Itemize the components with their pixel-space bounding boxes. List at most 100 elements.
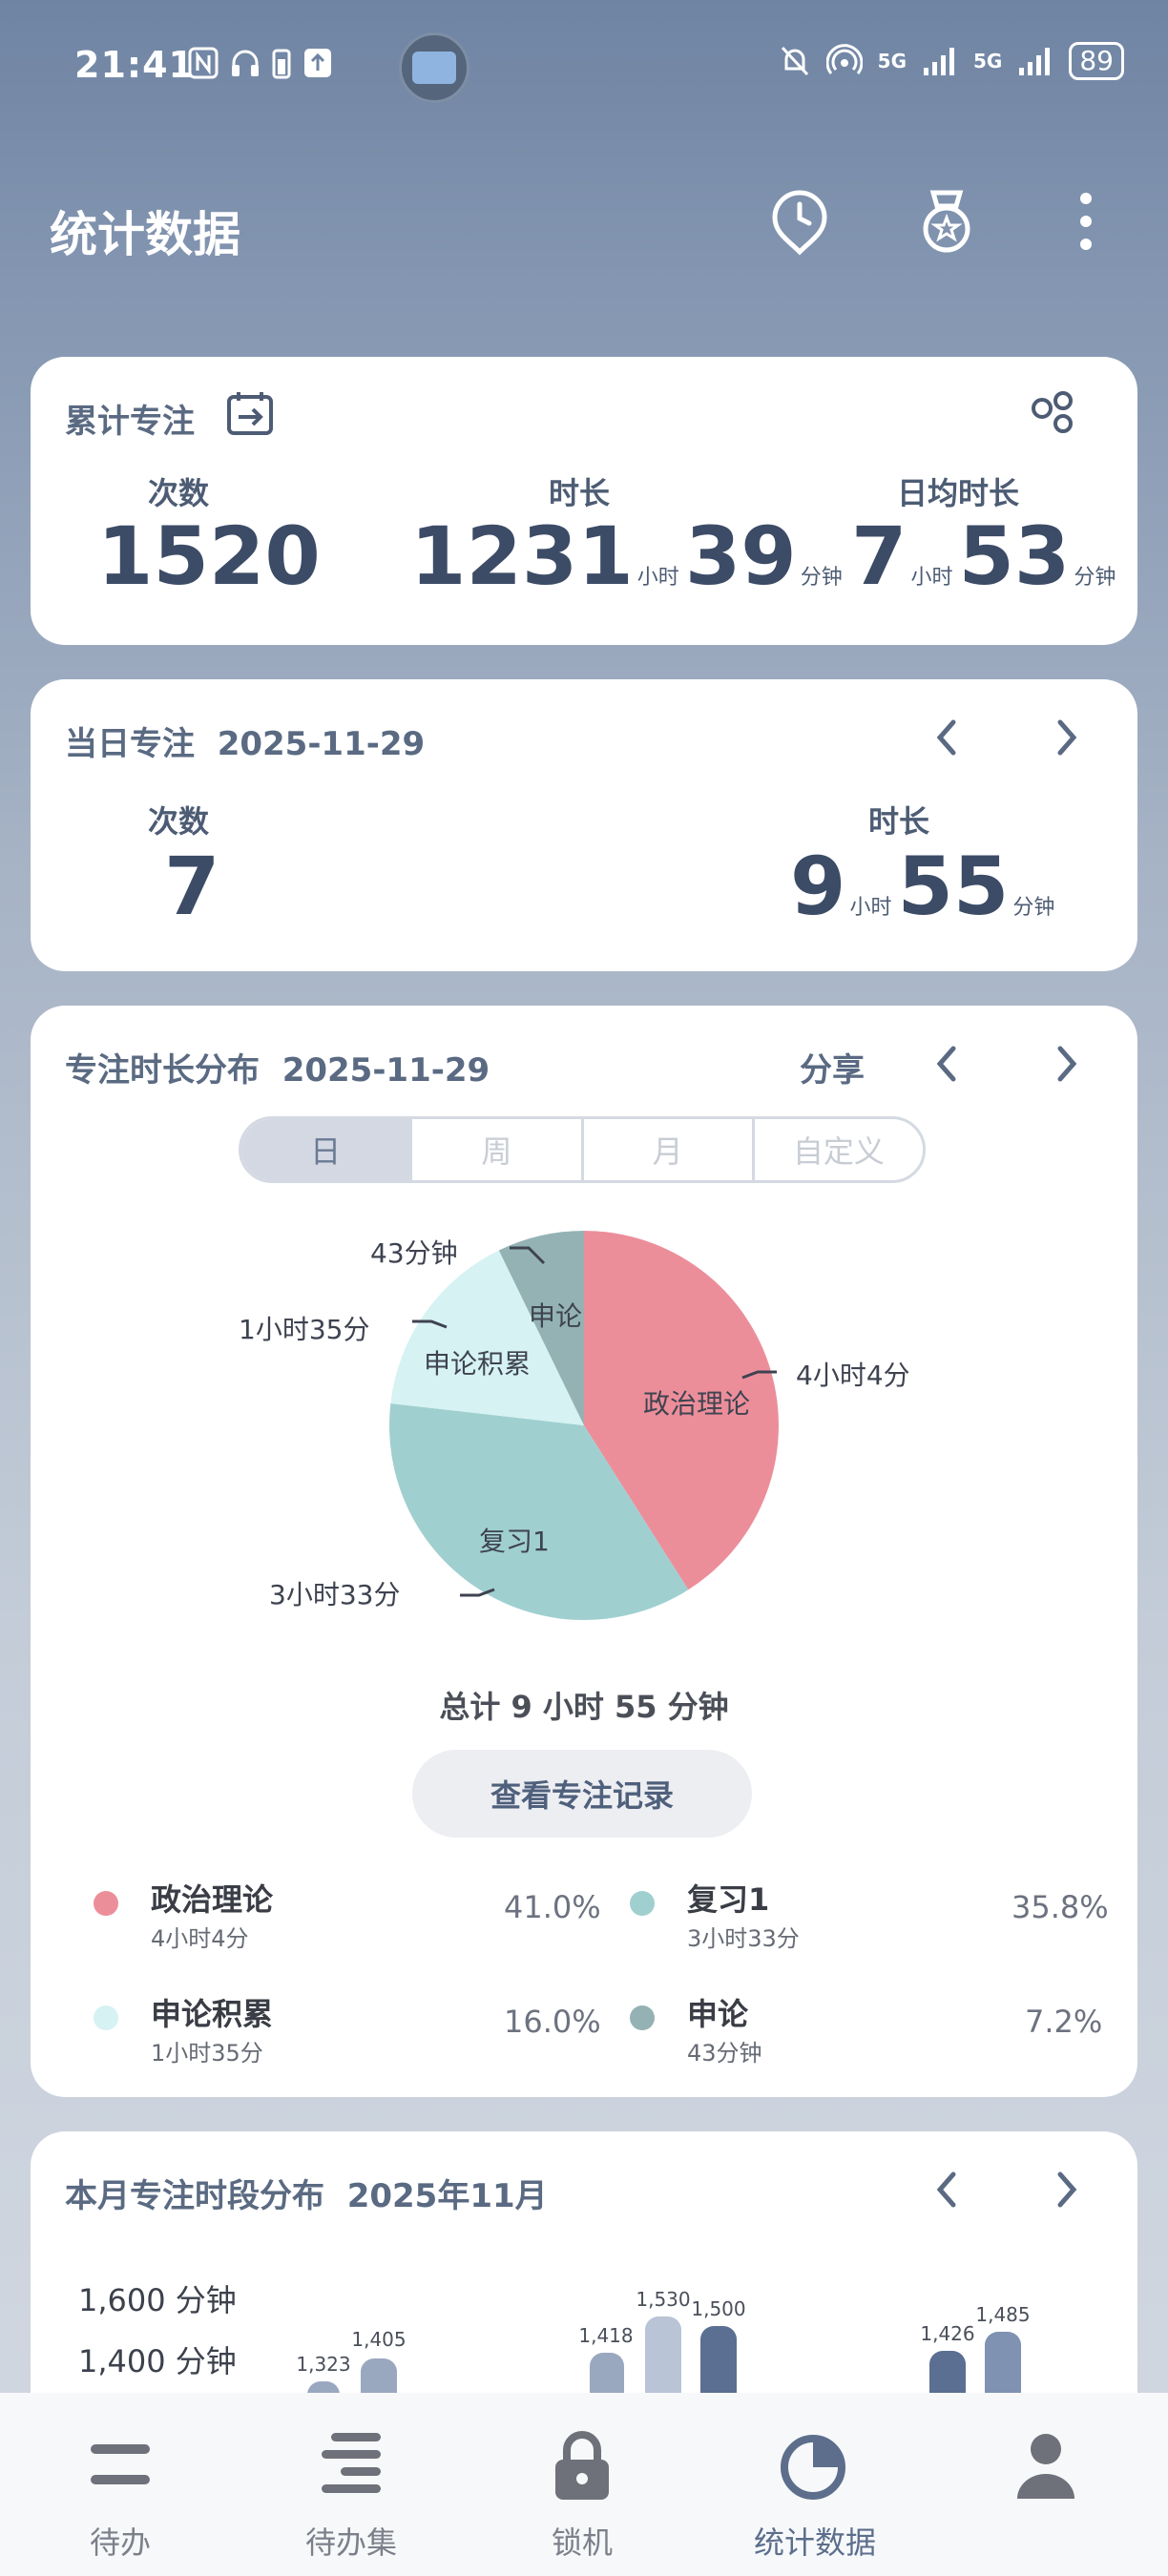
app-avatar bbox=[399, 32, 469, 103]
bar-value-label: 1,323 bbox=[296, 2353, 351, 2376]
legend-dot bbox=[630, 1891, 655, 1916]
legend-item: 申论 43分钟 7.2% bbox=[630, 1990, 1107, 2067]
view-records-button[interactable]: 查看专注记录 bbox=[412, 1750, 752, 1838]
legend-percent: 35.8% bbox=[1012, 1889, 1109, 1925]
bubbles-icon[interactable] bbox=[1027, 387, 1080, 437]
daily-next-button[interactable] bbox=[1043, 714, 1091, 761]
pie-inner-label-zhengzhi: 政治理论 bbox=[643, 1388, 751, 1420]
daily-duration-label: 时长 bbox=[867, 803, 929, 840]
pie-inner-label-shenlun-jilei: 申论积累 bbox=[424, 1348, 532, 1380]
signal-label-2: 5G bbox=[973, 50, 1003, 73]
daily-date: 2025-11-29 bbox=[217, 725, 426, 763]
legend-name: 申论 bbox=[687, 1996, 749, 2032]
legend-duration: 4小时4分 bbox=[151, 1925, 249, 1952]
chevron-left-icon bbox=[936, 719, 956, 756]
nav-todo[interactable]: 待办 bbox=[34, 2421, 206, 2563]
app-bar: 统计数据 bbox=[0, 162, 1168, 286]
unit-minute: 分钟 bbox=[1074, 566, 1116, 590]
hotspot-icon bbox=[825, 44, 863, 74]
nav-lock[interactable]: 锁机 bbox=[496, 2421, 668, 2563]
monthly-title-label: 本月专注时段分布 bbox=[65, 2177, 324, 2215]
todo-list-icon bbox=[322, 2433, 381, 2493]
status-bar: 21:41 5G 5G 89 bbox=[0, 0, 1168, 134]
legend-percent: 41.0% bbox=[504, 1889, 601, 1925]
history-button[interactable] bbox=[765, 187, 834, 256]
legend-duration: 3小时33分 bbox=[687, 1925, 800, 1952]
y-tick-label: 1,400 分钟 bbox=[78, 2343, 237, 2379]
daily-title-label: 当日专注 bbox=[65, 725, 195, 763]
cumulative-daily-value: 7 小时 53 分钟 bbox=[851, 509, 1121, 603]
battery-small-icon bbox=[272, 49, 291, 79]
chevron-right-icon bbox=[1057, 2171, 1077, 2208]
upload-icon bbox=[304, 49, 331, 77]
person-icon bbox=[1017, 2434, 1074, 2499]
signal-icon-2 bbox=[1019, 48, 1051, 75]
todo-icon bbox=[91, 2444, 150, 2484]
calendar-export-icon[interactable] bbox=[225, 389, 275, 439]
status-time: 21:41 bbox=[74, 44, 195, 86]
nav-label: 统计数据 bbox=[753, 2524, 876, 2561]
clock-pin-icon bbox=[772, 190, 827, 256]
cumulative-count-value: 1520 bbox=[97, 509, 321, 603]
bell-off-icon bbox=[781, 46, 808, 76]
legend-dot bbox=[630, 2005, 655, 2030]
monthly-next-button[interactable] bbox=[1043, 2166, 1091, 2213]
legend-item: 申论积累 1小时35分 16.0% bbox=[94, 1990, 601, 2067]
nav-label: 待办 bbox=[89, 2524, 151, 2561]
bar-value-label: 1,500 bbox=[691, 2297, 746, 2320]
monthly-date: 2025年11月 bbox=[346, 2177, 548, 2215]
monthly-prev-button[interactable] bbox=[923, 2166, 970, 2213]
page-title: 统计数据 bbox=[50, 207, 240, 262]
monthly-title: 本月专注时段分布 2025年11月 bbox=[65, 2170, 548, 2216]
unit-hour: 小时 bbox=[910, 566, 953, 590]
legend-item: 政治理论 4小时4分 41.0% bbox=[94, 1876, 601, 1952]
y-tick-label: 1,600 分钟 bbox=[78, 2282, 237, 2318]
cumulative-daily-minutes: 53 bbox=[958, 509, 1071, 603]
signal-label-1: 5G bbox=[877, 50, 907, 73]
daily-count-value: 7 bbox=[164, 840, 220, 933]
more-button[interactable] bbox=[1052, 187, 1120, 256]
legend-item: 复习1 3小时33分 35.8% bbox=[630, 1876, 1109, 1952]
nav-statistics[interactable]: 统计数据 bbox=[729, 2421, 901, 2563]
daily-duration-minutes: 55 bbox=[897, 840, 1010, 933]
status-icons-left bbox=[187, 46, 334, 80]
cumulative-duration-hours: 1231 bbox=[410, 509, 634, 603]
distribution-total: 总计 9 小时 55 分钟 bbox=[439, 1689, 729, 1725]
lock-icon bbox=[555, 2431, 609, 2500]
legend-percent: 7.2% bbox=[1025, 2004, 1103, 2040]
pie-inner-label-shenlun: 申论 bbox=[529, 1300, 583, 1332]
daily-prev-button[interactable] bbox=[923, 714, 970, 761]
status-icons-right: 5G 5G 89 bbox=[779, 42, 1124, 80]
bar-value-label: 1,405 bbox=[351, 2328, 407, 2351]
unit-minute: 分钟 bbox=[1012, 896, 1055, 920]
cumulative-duration-minutes: 39 bbox=[684, 509, 797, 603]
unit-hour: 小时 bbox=[849, 896, 892, 920]
cumulative-duration-value: 1231 小时 39 分钟 bbox=[410, 509, 848, 603]
unit-hour: 小时 bbox=[636, 566, 679, 590]
cumulative-title: 累计专注 bbox=[65, 403, 195, 441]
more-vert-icon bbox=[1080, 193, 1092, 250]
nav-profile[interactable] bbox=[960, 2421, 1132, 2519]
bottom-nav: 待办 待办集 锁机 统计数据 bbox=[0, 2393, 1168, 2576]
signal-icon bbox=[924, 48, 955, 75]
pie-outer-label-zhengzhi: 4小时4分 bbox=[796, 1360, 910, 1391]
daily-title: 当日专注 2025-11-29 bbox=[65, 717, 425, 764]
cumulative-card: 累计专注 次数 时长 日均时长 1520 1231 小时 39 分钟 7 小时 … bbox=[31, 357, 1137, 645]
cumulative-count-label: 次数 bbox=[147, 475, 209, 511]
daily-count-label: 次数 bbox=[147, 803, 209, 840]
legend-name: 复习1 bbox=[687, 1881, 770, 1918]
headphones-icon bbox=[232, 50, 259, 76]
legend-percent: 16.0% bbox=[504, 2004, 601, 2040]
pie-outer-label-shenlun-jilei: 1小时35分 bbox=[239, 1314, 370, 1345]
legend-name: 政治理论 bbox=[151, 1881, 274, 1918]
cumulative-duration-label: 时长 bbox=[548, 475, 610, 511]
cumulative-daily-label: 日均时长 bbox=[896, 475, 1019, 511]
chevron-right-icon bbox=[1057, 719, 1077, 756]
bar-value-label: 1,485 bbox=[975, 2303, 1031, 2326]
pie-inner-label-fuxi: 复习1 bbox=[479, 1526, 550, 1557]
achievements-button[interactable] bbox=[912, 187, 981, 256]
nav-todo-collection[interactable]: 待办集 bbox=[265, 2421, 437, 2563]
legend-dot bbox=[94, 2005, 118, 2030]
distribution-card: 专注时长分布 2025-11-29 分享 日 周 月 自定义 政治理论 复习1 … bbox=[31, 1006, 1137, 2097]
nfc-icon bbox=[188, 47, 219, 79]
